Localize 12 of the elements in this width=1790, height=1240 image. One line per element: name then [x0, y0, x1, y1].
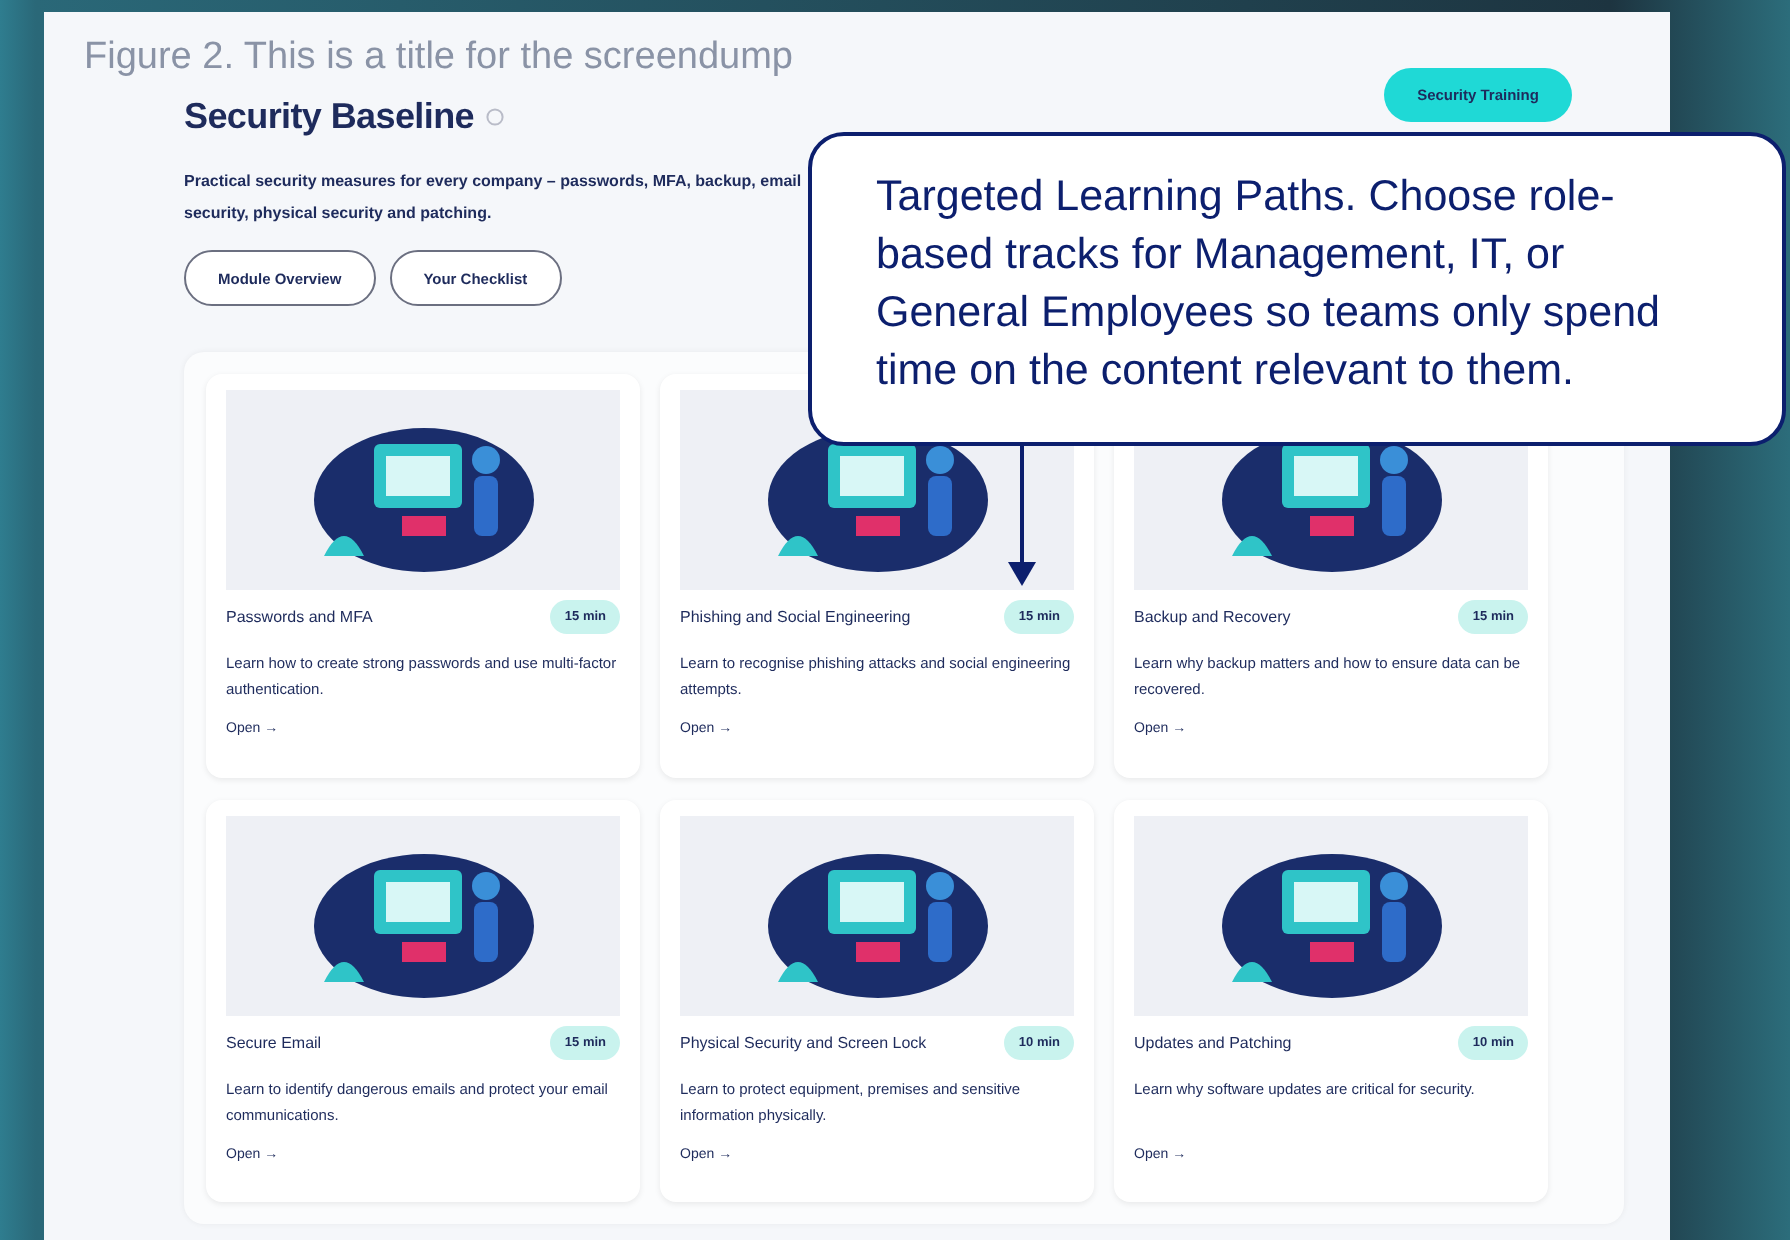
module-title: Updates and Patching — [1134, 1033, 1292, 1051]
module-title: Backup and Recovery — [1134, 608, 1291, 626]
module-title: Physical Security and Screen Lock — [680, 1033, 927, 1051]
page-description: Practical security measures for every company – passwords, MFA, backup, email security, physical security and patching. — [184, 170, 804, 226]
module-title: Secure Email — [226, 1033, 322, 1051]
module-title: Passwords and MFA — [226, 608, 373, 626]
callout-arrow — [1008, 446, 1036, 586]
info-icon — [485, 108, 504, 126]
module-title: Phishing and Social Engineering — [680, 608, 911, 626]
callout-text: Targeted Learning Paths. Choose role-based tracks for Management, IT, or General Employees so teams only spend time on the content relevant to them. — [808, 132, 1786, 446]
page-title: Security Baseline — [184, 96, 474, 138]
figure-caption: Figure 2. This is a title for the screendump — [84, 36, 793, 80]
